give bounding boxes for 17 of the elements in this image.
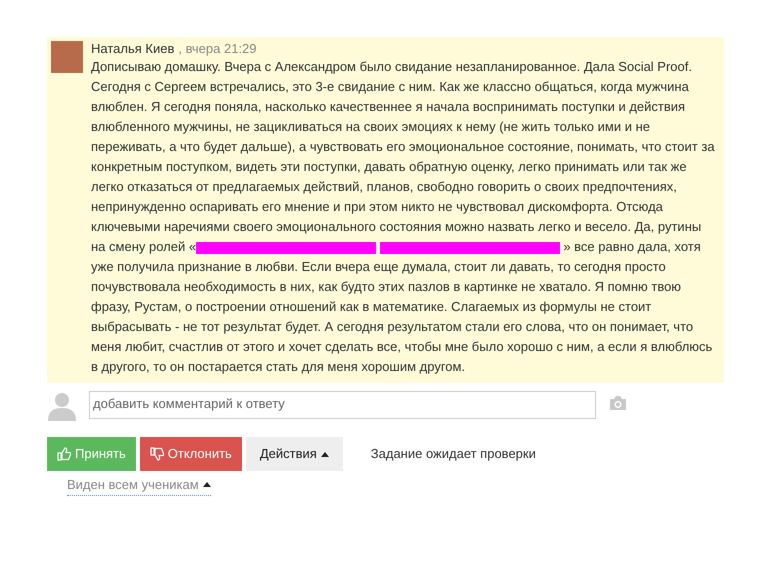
user-silhouette-icon [47, 391, 77, 421]
camera-icon[interactable] [608, 395, 628, 411]
accept-button[interactable]: Принять [47, 437, 136, 471]
thumbs-down-icon [150, 447, 164, 461]
reject-button[interactable]: Отклонить [140, 437, 242, 471]
actions-dropdown[interactable]: Действия [246, 437, 343, 471]
visibility-link[interactable]: Виден всем ученикам [67, 475, 211, 496]
post-paragraph: Сегодня с Сергеем встречались, это 3-е свидание с ним. Как же классно общаться, когда мужчина влюблен. Я сегодня поняла, насколько качественнее я начала воспринимать поступки и действия влюбленного мужчины, не зацикливаться на своих эмоциях к нему (не жить только ими и не переживать, а что будет дальше), а чувствовать его эмоциональное состояние, понимать, что стоит за конкретным поступком, видеть эти поступки, давать обратную оценку, легко принимать или так же легко отказаться от предлагаемых действий, планов, свободно говорить о своих предпочтениях, непринужденно оспаривать его мнение и при этом никто не чувствовал дискомфорта. Отсюда ключевыми наречиями своего эмоционального состояния можно назвать легко и весело. Да, рутины на смену ролей « » все равно дала, хотя уже получила признание в любви. Если вчера еще думала, стоит ли давать, то сегодня просто почувствовала необходимость в них, как будто этих пазлов в картинке не хватало. Я помню твою фразу, Рустам, о построении отношений как в математике. Слагаемых из формулы не стоит выбрасывать - не тот результат будет. А сегодня результатом стали его слова, что он понимает, что меня любит, счастлив от этого и хочет сделать все, чтобы мне было хорошо с ним, а если я влюблюсь в другого, то он постарается стать для меня хорошим другом. [91, 78, 716, 376]
author-name: Наталья Киев [91, 41, 174, 56]
photo-placeholder [51, 41, 83, 73]
status-text: Задание ожидает проверки [370, 445, 536, 464]
post-paragraph: Дописываю домашку. Вчера с Александром было свидание незапланированное. Дала Social Proof. [91, 58, 693, 76]
caret-icon [202, 482, 211, 488]
post-time: , вчера 21:29 [178, 41, 257, 56]
thumbs-up-icon [57, 447, 71, 461]
comment-field[interactable]: добавить комментарий к ответу [89, 391, 596, 419]
caret-icon [320, 452, 329, 456]
